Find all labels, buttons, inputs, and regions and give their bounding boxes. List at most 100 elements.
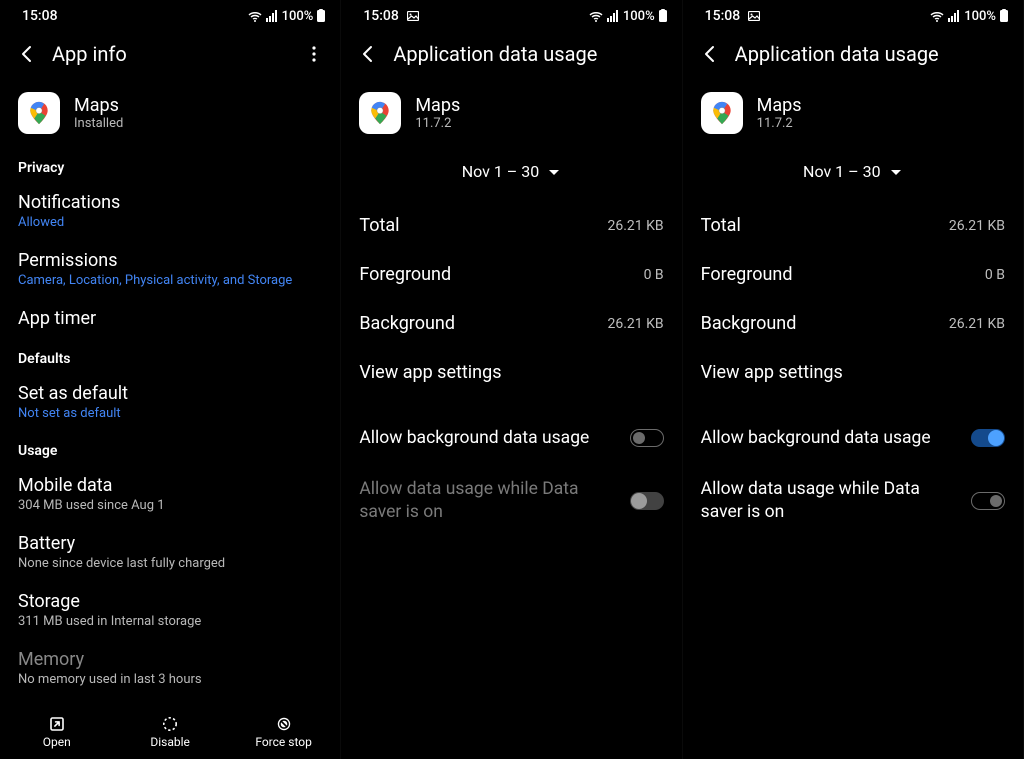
background-label: Background [701, 313, 797, 334]
signal-icon [948, 10, 960, 22]
battery-icon [317, 9, 326, 23]
app-install-status: Installed [74, 116, 123, 131]
view-app-settings-label: View app settings [359, 362, 501, 383]
status-time: 15:08 [705, 8, 741, 24]
status-bar: 15:08 100% [683, 0, 1023, 28]
switch-allow-background-data[interactable] [630, 429, 664, 447]
page-title: Application data usage [393, 42, 667, 66]
background-label: Background [359, 313, 455, 334]
row-memory[interactable]: Memory No memory used in last 3 hours [0, 639, 340, 697]
foreground-value: 0 B [644, 267, 664, 283]
panel-data-usage-2: 15:08 100% Application data usage Maps 1… [683, 0, 1024, 759]
force-stop-label: Force stop [255, 735, 312, 749]
row-permissions[interactable]: Permissions Camera, Location, Physical a… [0, 240, 340, 298]
row-battery-sub: None since device last fully charged [18, 556, 322, 571]
toggle-allow-data-saver-label: Allow data usage while Data saver is on [359, 478, 609, 524]
background-value: 26.21 KB [949, 316, 1005, 332]
view-app-settings-label: View app settings [701, 362, 843, 383]
app-summary: Maps Installed [0, 80, 340, 148]
battery-icon [1000, 9, 1009, 23]
total-label: Total [359, 215, 399, 236]
switch-allow-data-saver [630, 492, 664, 510]
section-defaults: Defaults [0, 339, 340, 373]
screenshot-notification-icon [407, 11, 419, 21]
switch-allow-data-saver[interactable] [971, 492, 1005, 510]
wifi-icon [248, 10, 262, 23]
wifi-icon [589, 10, 603, 23]
app-icon [359, 92, 401, 134]
back-button[interactable] [357, 44, 379, 64]
row-notifications[interactable]: Notifications Allowed [0, 182, 340, 240]
screenshot-notification-icon [748, 11, 760, 21]
date-range-selector[interactable]: Nov 1 – 30 [683, 148, 1023, 201]
row-background: Background 26.21 KB [683, 299, 1023, 348]
open-button[interactable]: Open [12, 716, 102, 749]
row-storage-sub: 311 MB used in Internal storage [18, 614, 322, 629]
row-app-timer-title: App timer [18, 308, 322, 329]
row-mobile-data[interactable]: Mobile data 304 MB used since Aug 1 [0, 465, 340, 523]
row-foreground: Foreground 0 B [341, 250, 681, 299]
toggle-allow-background-data[interactable]: Allow background data usage [683, 413, 1023, 464]
status-battery-pct: 100% [964, 9, 996, 24]
row-foreground: Foreground 0 B [683, 250, 1023, 299]
overflow-menu-button[interactable] [302, 46, 326, 62]
back-button[interactable] [16, 44, 38, 64]
page-header: Application data usage [683, 28, 1023, 80]
signal-icon [607, 10, 619, 22]
view-app-settings[interactable]: View app settings [341, 348, 681, 397]
panel-data-usage-1: 15:08 100% Application data usage Maps 1… [341, 0, 682, 759]
app-icon [701, 92, 743, 134]
wifi-icon [930, 10, 944, 23]
row-set-default[interactable]: Set as default Not set as default [0, 373, 340, 431]
toggle-allow-data-saver[interactable]: Allow data usage while Data saver is on [683, 464, 1023, 538]
bottom-action-bar: Open Disable Force stop [0, 709, 340, 759]
status-bar: 15:08 100% [0, 0, 340, 28]
row-storage-title: Storage [18, 591, 322, 612]
status-battery-pct: 100% [623, 9, 655, 24]
app-summary: Maps 11.7.2 [341, 80, 681, 148]
row-memory-title: Memory [18, 649, 322, 670]
row-battery[interactable]: Battery None since device last fully cha… [0, 523, 340, 581]
toggle-allow-background-data-label: Allow background data usage [359, 427, 589, 450]
row-storage[interactable]: Storage 311 MB used in Internal storage [0, 581, 340, 639]
status-time: 15:08 [22, 8, 58, 24]
foreground-label: Foreground [359, 264, 451, 285]
switch-allow-background-data[interactable] [971, 429, 1005, 447]
row-total: Total 26.21 KB [683, 201, 1023, 250]
row-mobile-data-sub: 304 MB used since Aug 1 [18, 498, 322, 513]
view-app-settings[interactable]: View app settings [683, 348, 1023, 397]
back-button[interactable] [699, 44, 721, 64]
app-name: Maps [415, 95, 460, 116]
row-total: Total 26.21 KB [341, 201, 681, 250]
status-bar: 15:08 100% [341, 0, 681, 28]
page-header: Application data usage [341, 28, 681, 80]
app-name: Maps [757, 95, 802, 116]
panel-app-info: 15:08 100% App info Maps Installed Priva… [0, 0, 341, 759]
page-title: Application data usage [735, 42, 1009, 66]
app-name: Maps [74, 95, 123, 116]
row-set-default-sub: Not set as default [18, 406, 322, 421]
status-battery-pct: 100% [282, 9, 314, 24]
app-icon [18, 92, 60, 134]
toggle-allow-data-saver-label: Allow data usage while Data saver is on [701, 478, 951, 524]
date-range-selector[interactable]: Nov 1 – 30 [341, 148, 681, 201]
app-version: 11.7.2 [757, 116, 802, 131]
toggle-allow-background-data[interactable]: Allow background data usage [341, 413, 681, 464]
status-time: 15:08 [363, 8, 399, 24]
row-background: Background 26.21 KB [341, 299, 681, 348]
page-title: App info [52, 42, 288, 66]
total-value: 26.21 KB [949, 218, 1005, 234]
row-notifications-sub: Allowed [18, 215, 322, 230]
row-notifications-title: Notifications [18, 192, 322, 213]
disable-button[interactable]: Disable [125, 716, 215, 749]
row-app-timer[interactable]: App timer [0, 298, 340, 339]
signal-icon [266, 10, 278, 22]
chevron-down-icon [889, 166, 903, 178]
chevron-down-icon [547, 166, 561, 178]
force-stop-button[interactable]: Force stop [239, 716, 329, 749]
row-permissions-title: Permissions [18, 250, 322, 271]
row-set-default-title: Set as default [18, 383, 322, 404]
section-privacy: Privacy [0, 148, 340, 182]
date-range-label: Nov 1 – 30 [462, 162, 540, 181]
row-permissions-sub: Camera, Location, Physical activity, and… [18, 273, 322, 288]
